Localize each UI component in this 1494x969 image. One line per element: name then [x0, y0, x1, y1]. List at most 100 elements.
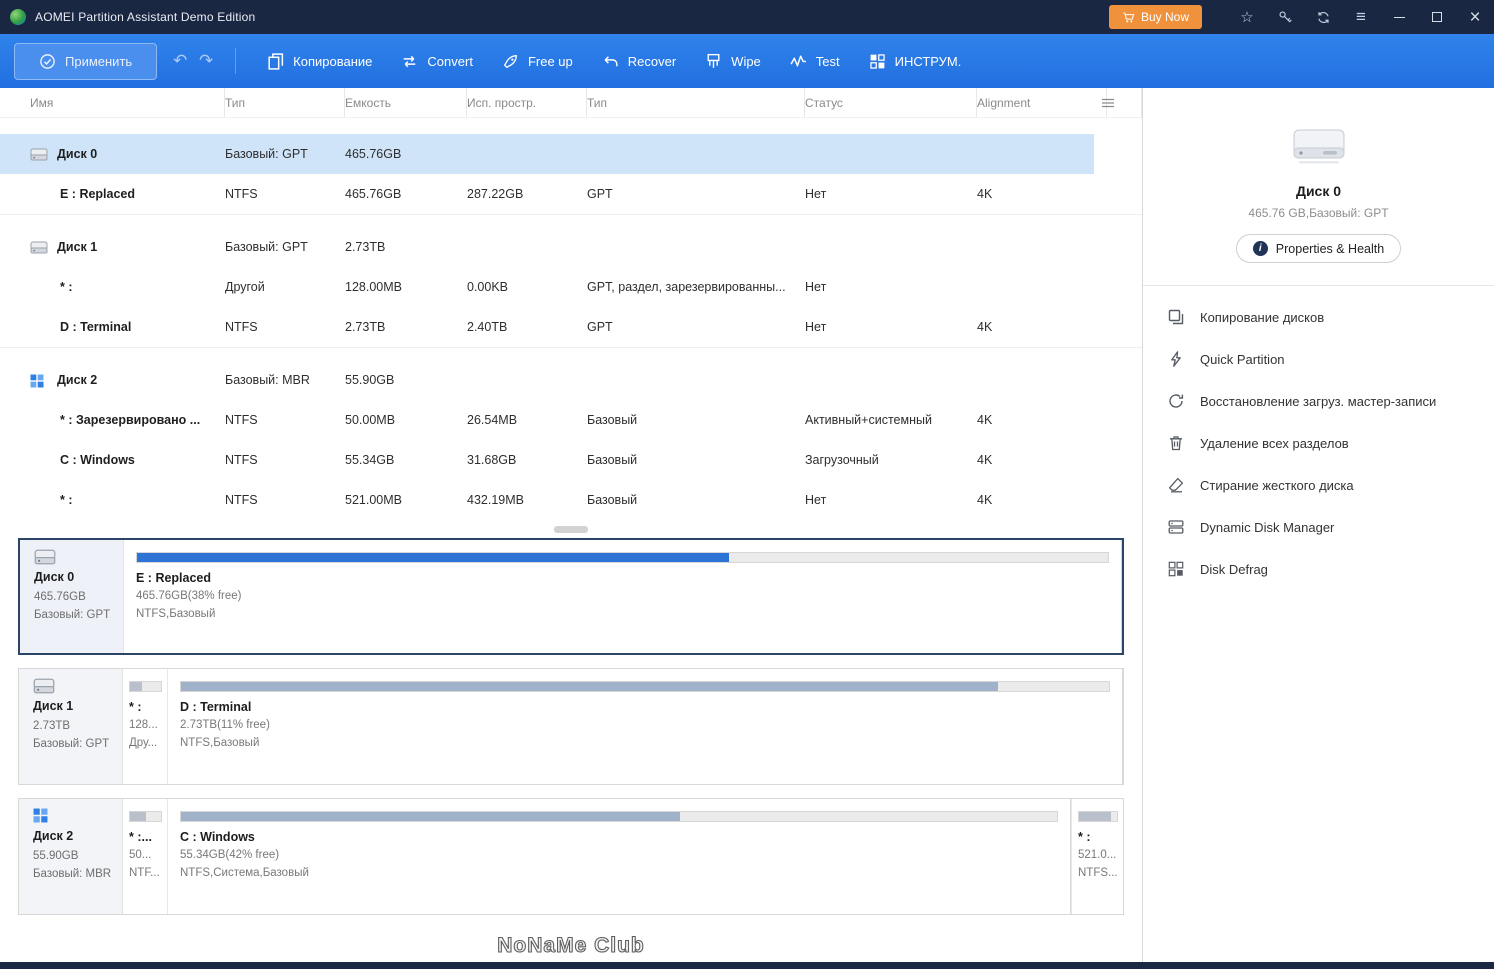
toolbar-label: Копирование: [293, 54, 372, 69]
app-window: AOMEI Partition Assistant Demo Edition B…: [0, 0, 1494, 969]
table-row-partition-d[interactable]: D : Terminal NTFS 2.73TB 2.40TB GPT Нет …: [0, 307, 1094, 347]
cell-status: Активный+системный: [805, 400, 977, 440]
menu-item-label: Dynamic Disk Manager: [1200, 520, 1334, 535]
cell-used: [467, 360, 587, 400]
table-row-disk0[interactable]: Диск 0 Базовый: GPT 465.76GB: [0, 134, 1094, 174]
table-row-partition-recovery[interactable]: * : NTFS 521.00MB 432.19MB Базовый Нет 4…: [0, 480, 1094, 520]
row-name: C : Windows: [60, 453, 135, 467]
column-header-status: Статус: [805, 88, 977, 117]
table-header: Имя Тип Емкость Исп. простр. Тип Статус …: [0, 88, 1142, 118]
maximize-button[interactable]: [1418, 0, 1456, 34]
convert-icon: [400, 52, 419, 71]
menu-item-wipe-hard-drive[interactable]: Стирание жесткого диска: [1143, 464, 1494, 506]
menu-item-delete-all-partitions[interactable]: Удаление всех разделов: [1143, 422, 1494, 464]
menu-item-copy-disks[interactable]: Копирование дисков: [1143, 296, 1494, 338]
menu-item-disk-defrag[interactable]: Disk Defrag: [1143, 548, 1494, 590]
partition-fs: NTFS...: [1078, 865, 1118, 883]
partition-block-c[interactable]: C : Windows 55.34GB(42% free) NTFS,Систе…: [168, 799, 1071, 914]
cell-status: Нет: [805, 267, 977, 307]
table-row-disk2[interactable]: Диск 2 Базовый: MBR 55.90GB: [0, 360, 1094, 400]
cell-status: Нет: [805, 480, 977, 520]
menu-item-dynamic-disk-manager[interactable]: Dynamic Disk Manager: [1143, 506, 1494, 548]
card-disk-scheme: Базовый: MBR: [33, 866, 118, 884]
partition-block-e[interactable]: E : Replaced 465.76GB(38% free) NTFS,Баз…: [124, 540, 1122, 653]
partition-usage-fill: [1079, 812, 1111, 821]
disk-card-1[interactable]: Диск 1 2.73TB Базовый: GPT * : 128... Др…: [18, 668, 1124, 785]
card-disk-name: Диск 2: [33, 827, 118, 846]
copy-disks-icon: [1167, 308, 1185, 326]
toolbar-label: Convert: [427, 54, 473, 69]
disk-card-info: Диск 0 465.76GB Базовый: GPT: [20, 540, 124, 653]
splitter-handle[interactable]: [554, 526, 588, 533]
rate-star-icon[interactable]: [1228, 0, 1266, 34]
row-name: * :: [60, 493, 73, 507]
system-disk-icon: [33, 808, 118, 824]
main-menu-icon[interactable]: [1342, 0, 1380, 34]
toolbar-item-copy[interactable]: Копирование: [266, 52, 372, 71]
app-logo-icon: [10, 9, 26, 25]
table-row-partition-msr[interactable]: * : Другой 128.00MB 0.00KB GPT, раздел, …: [0, 267, 1094, 307]
row-name: Диск 1: [57, 240, 97, 254]
toolbar-item-test[interactable]: Test: [789, 52, 840, 71]
properties-health-button[interactable]: Properties & Health: [1236, 234, 1401, 263]
cell-fstype: [587, 134, 805, 174]
table-row-partition-c[interactable]: C : Windows NTFS 55.34GB 31.68GB Базовый…: [0, 440, 1094, 480]
cell-status: [805, 227, 977, 267]
cell-used: 31.68GB: [467, 440, 587, 480]
partition-usage-bar: [1078, 811, 1118, 822]
update-sync-icon[interactable]: [1304, 0, 1342, 34]
partition-block-d[interactable]: D : Terminal 2.73TB(11% free) NTFS,Базов…: [168, 669, 1123, 784]
partition-block-small-right[interactable]: * : 521.0... NTFS...: [1071, 799, 1123, 914]
register-key-icon[interactable]: [1266, 0, 1304, 34]
cell-capacity: 521.00MB: [345, 480, 467, 520]
close-button[interactable]: [1456, 0, 1494, 34]
partition-block-small[interactable]: * : 128... Дру...: [123, 669, 168, 784]
cell-status: Нет: [805, 174, 977, 214]
recover-icon: [601, 52, 620, 71]
disk-group-0: Диск 0 Базовый: GPT 465.76GB E : Replace…: [0, 134, 1142, 214]
disk-cards: Диск 0 465.76GB Базовый: GPT E : Replace…: [0, 538, 1142, 915]
toolbar-item-tools[interactable]: ИНСТРУМ.: [868, 52, 962, 71]
buy-now-button[interactable]: Buy Now: [1109, 5, 1202, 29]
menu-item-label: Удаление всех разделов: [1200, 436, 1349, 451]
window-title: AOMEI Partition Assistant Demo Edition: [35, 10, 255, 24]
table-row-disk1[interactable]: Диск 1 Базовый: GPT 2.73TB: [0, 227, 1094, 267]
view-options-icon[interactable]: [1100, 95, 1116, 111]
cell-capacity: 55.34GB: [345, 440, 467, 480]
watermark: NoNaMe Club: [0, 934, 1142, 958]
table-row-partition-e[interactable]: E : Replaced NTFS 465.76GB 287.22GB GPT …: [0, 174, 1094, 214]
disk-icon: [33, 678, 118, 694]
toolbar-item-free-up[interactable]: Free up: [501, 52, 573, 71]
disk-table: Диск 0 Базовый: GPT 465.76GB E : Replace…: [0, 118, 1142, 520]
toolbar-item-recover[interactable]: Recover: [601, 52, 676, 71]
disk-icon: [30, 241, 48, 254]
menu-item-restore-mbr[interactable]: Восстановление загруз. мастер-записи: [1143, 380, 1494, 422]
disk-card-2[interactable]: Диск 2 55.90GB Базовый: MBR * :... 50...…: [18, 798, 1124, 915]
partition-fs: NTFS,Базовый: [136, 606, 1109, 624]
partition-name: * :...: [129, 830, 162, 844]
partition-block-small[interactable]: * :... 50... NTF...: [123, 799, 168, 914]
row-name: D : Terminal: [60, 320, 131, 334]
cell-type: Базовый: MBR: [225, 360, 345, 400]
properties-health-label: Properties & Health: [1276, 242, 1384, 256]
toolbar-item-convert[interactable]: Convert: [400, 52, 473, 71]
column-header-name: Имя: [0, 88, 225, 117]
cell-used: 0.00KB: [467, 267, 587, 307]
free-up-icon: [501, 52, 520, 71]
disk-card-0[interactable]: Диск 0 465.76GB Базовый: GPT E : Replace…: [18, 538, 1124, 655]
cell-status: [805, 360, 977, 400]
table-row-partition-reserved[interactable]: * : Зарезервировано ... NTFS 50.00MB 26.…: [0, 400, 1094, 440]
partition-name: * :: [129, 700, 162, 714]
right-panel: Диск 0 465.76 GB,Базовый: GPT Properties…: [1143, 88, 1494, 962]
row-name: * :: [60, 280, 73, 294]
menu-item-quick-partition[interactable]: Quick Partition: [1143, 338, 1494, 380]
cell-type: NTFS: [225, 307, 345, 347]
defrag-icon: [1167, 560, 1185, 578]
cell-used: [467, 134, 587, 174]
redo-icon[interactable]: [193, 51, 219, 71]
apply-button[interactable]: Применить: [14, 43, 157, 80]
toolbar-item-wipe[interactable]: Wipe: [704, 52, 761, 71]
minimize-button[interactable]: [1380, 0, 1418, 34]
card-disk-size: 55.90GB: [33, 848, 118, 866]
undo-icon[interactable]: [167, 51, 193, 71]
